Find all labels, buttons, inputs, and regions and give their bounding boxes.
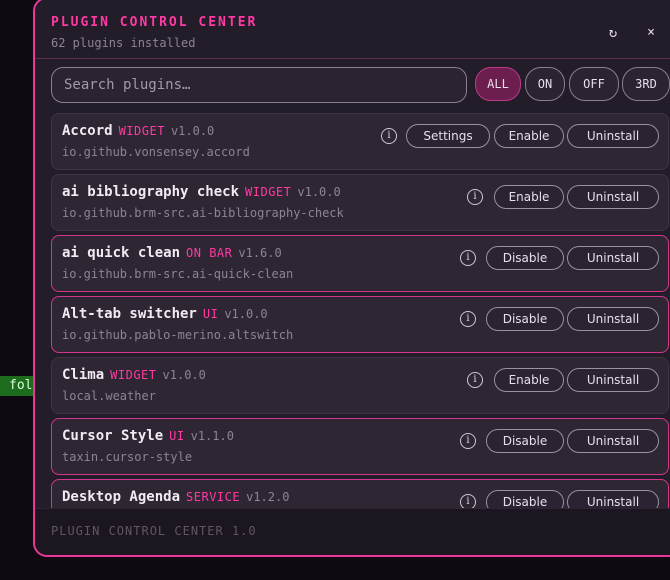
plugin-name: ai bibliography check — [62, 184, 240, 200]
info-icon[interactable]: i — [460, 433, 476, 449]
plugin-type-badge: WIDGET — [118, 124, 165, 138]
plugin-version: v1.2.0 — [246, 490, 290, 504]
footer-version: PLUGIN CONTROL CENTER 1.0 — [51, 524, 257, 538]
info-icon[interactable]: i — [381, 128, 397, 144]
plugin-version: v1.0.0 — [162, 368, 206, 382]
disable-button[interactable]: Disable — [486, 246, 564, 270]
plugin-card: ai bibliography check WIDGET v1.0.0 io.git… — [51, 174, 669, 231]
uninstall-button[interactable]: Uninstall — [567, 124, 659, 148]
plugin-card: Alt-tab switcher UI v1.0.0 io.github.pablo… — [51, 296, 669, 353]
info-icon[interactable]: i — [467, 372, 483, 388]
plugin-name: Accord — [62, 123, 113, 139]
close-icon[interactable]: × — [641, 23, 661, 43]
filter-off[interactable]: OFF — [569, 67, 619, 101]
plugin-name: Alt-tab switcher — [62, 306, 197, 322]
info-icon[interactable]: i — [467, 189, 483, 205]
plugin-type-badge: SERVICE — [186, 490, 241, 504]
filter-on[interactable]: ON — [525, 67, 565, 101]
plugin-card: Accord WIDGET v1.0.0 io.github.vonsensey.a… — [51, 113, 669, 170]
plugin-count: 62 plugins installed — [51, 36, 196, 50]
plugin-type-badge: WIDGET — [110, 368, 157, 382]
enable-button[interactable]: Enable — [494, 124, 564, 148]
panel-header: PLUGIN CONTROL CENTER 62 plugins install… — [51, 13, 670, 57]
uninstall-button[interactable]: Uninstall — [567, 185, 659, 209]
uninstall-button[interactable]: Uninstall — [567, 307, 659, 331]
plugin-card: Clima WIDGET v1.0.0 local.weather i Enable… — [51, 357, 669, 414]
panel-footer: PLUGIN CONTROL CENTER 1.0 — [35, 508, 670, 555]
info-icon[interactable]: i — [460, 250, 476, 266]
uninstall-button[interactable]: Uninstall — [567, 246, 659, 270]
disable-button[interactable]: Disable — [486, 307, 564, 331]
plugin-id: io.github.vonsensey.accord — [62, 145, 250, 159]
filter-3rd[interactable]: 3RD — [622, 67, 670, 101]
plugin-version: v1.0.0 — [224, 307, 268, 321]
uninstall-button[interactable]: Uninstall — [567, 429, 659, 453]
plugin-version: v1.1.0 — [190, 429, 234, 443]
header-divider — [35, 58, 670, 59]
plugin-id: io.github.brm-src.ai-bibliography-check — [62, 206, 344, 220]
enable-button[interactable]: Enable — [494, 185, 564, 209]
plugin-name: Clima — [62, 367, 105, 383]
plugin-card: Cursor Style UI v1.1.0 taxin.cursor-style … — [51, 418, 669, 475]
plugin-control-panel: PLUGIN CONTROL CENTER 62 plugins install… — [33, 0, 670, 557]
filter-all[interactable]: ALL — [475, 67, 521, 101]
enable-button[interactable]: Enable — [494, 368, 564, 392]
panel-title: PLUGIN CONTROL CENTER — [51, 15, 258, 30]
plugin-name: Cursor Style — [62, 428, 164, 444]
search-input[interactable] — [51, 67, 467, 103]
plugin-name: ai quick clean — [62, 245, 181, 261]
plugin-type-badge: UI — [202, 307, 219, 321]
settings-button[interactable]: Settings — [406, 124, 490, 148]
plugin-version: v1.6.0 — [238, 246, 282, 260]
refresh-icon[interactable]: ↻ — [603, 23, 623, 43]
plugin-card: ai quick clean ON BAR v1.6.0 io.github.brm… — [51, 235, 669, 292]
plugin-id: local.weather — [62, 389, 156, 403]
plugin-type-badge: WIDGET — [245, 185, 292, 199]
plugin-id: io.github.brm-src.ai-quick-clean — [62, 267, 294, 281]
plugin-id: io.github.pablo-merino.altswitch — [62, 328, 294, 342]
plugin-type-badge: UI — [169, 429, 185, 443]
uninstall-button[interactable]: Uninstall — [567, 368, 659, 392]
plugin-version: v1.0.0 — [170, 124, 215, 138]
plugin-id: taxin.cursor-style — [62, 450, 193, 464]
disable-button[interactable]: Disable — [486, 429, 564, 453]
plugin-type-badge: ON BAR — [186, 246, 233, 260]
plugin-version: v1.0.0 — [297, 185, 341, 199]
info-icon[interactable]: i — [460, 311, 476, 327]
plugin-name: Desktop Agenda — [62, 489, 181, 505]
background-terminal-fragment: fol — [0, 376, 36, 396]
